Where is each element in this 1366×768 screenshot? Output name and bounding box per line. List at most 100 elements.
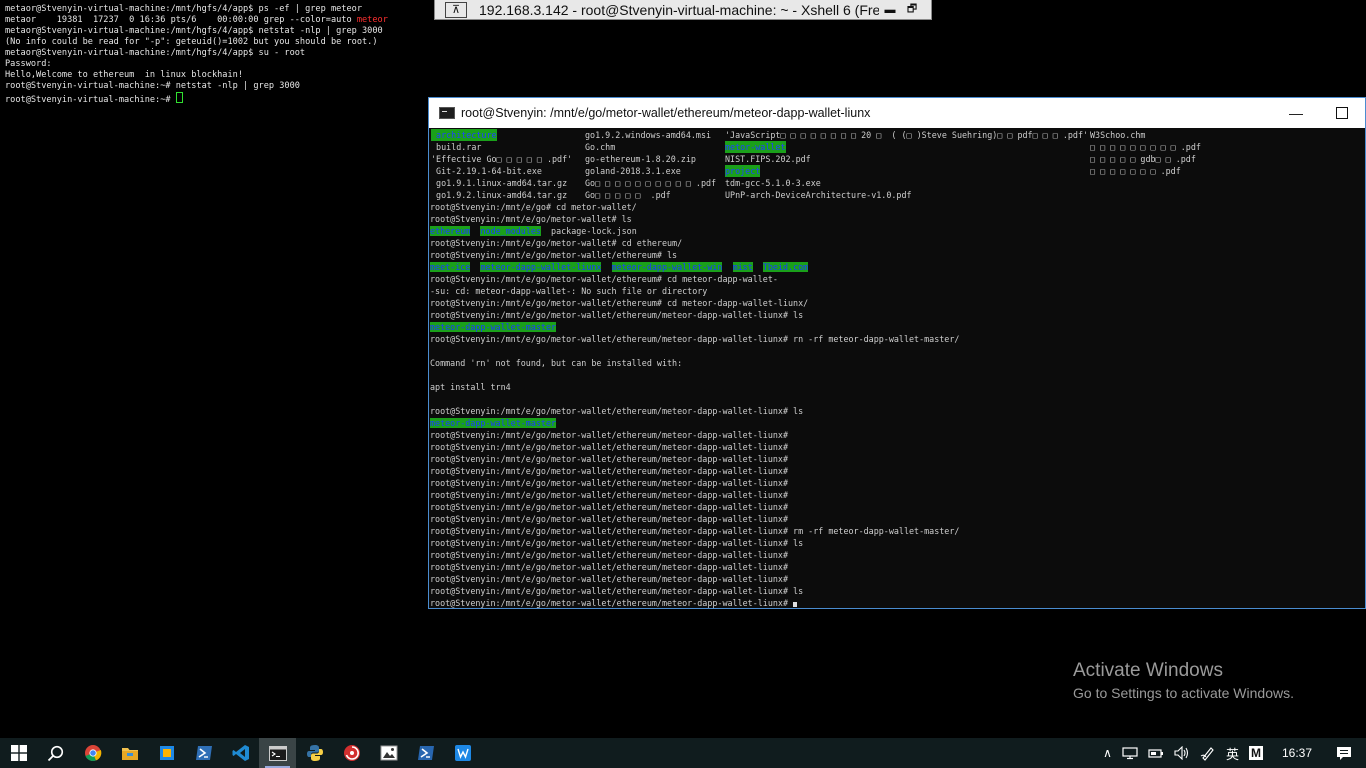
cmd-line-text: root@Stvenyin:/mnt/e/go/metor-wallet# ls [430,214,632,224]
minimize-icon[interactable]: ▬ [879,4,901,16]
cmd-line: root@Stvenyin:/mnt/e/go/metor-wallet/eth… [430,429,1365,441]
terminal-cursor [175,92,183,103]
cmd-line-text: Command 'rn' not found, but can be insta… [430,358,683,368]
system-tray: ∧ 英 M 16:37 [1098,738,1366,768]
cmd-app-icon [439,107,455,119]
search-button[interactable] [37,738,74,768]
directory-entry: ethereum [430,226,471,236]
cmd-line: root@Stvenyin:/mnt/e/go/metor-wallet/eth… [430,537,1365,549]
tray-chevron-icon[interactable]: ∧ [1098,738,1117,768]
cmd-line: root@Stvenyin:/mnt/e/go/metor-wallet/eth… [430,333,1365,345]
file-entry: go-ethereum-1.8.20.zip [585,154,696,164]
powershell-2-icon [417,745,435,761]
xshell-title-bar[interactable]: ⊼ 192.168.3.142 - root@Stvenyin-virtual-… [434,0,932,20]
cmd-line: root@Stvenyin:/mnt/e/go/metor-wallet/eth… [430,465,1365,477]
cmd-line: root@Stvenyin:/mnt/e/go# cd metor-wallet… [430,201,1365,213]
taskbar-app-button[interactable] [444,738,481,768]
restore-icon[interactable]: 🗗 [901,0,923,19]
file-entry: build.rar [431,142,482,152]
cmd-line-text [722,262,732,272]
terminal-line: Hello,Welcome to ethereum in linux block… [5,70,430,81]
taskbar-app-button[interactable] [111,738,148,768]
cmd-terminal-output[interactable]: architecture go1.9.2.windows-amd64.msi 'Ja… [429,128,1365,608]
directory-entry: project [725,165,761,177]
terminal-line-text: Password: [5,59,52,69]
cmd-line-text: root@Stvenyin:/mnt/e/go/metor-wallet/eth… [430,478,788,488]
terminal-line: metaor@Stvenyin-virtual-machine:/mnt/hgf… [5,48,430,59]
directory-entry: meteor-dapp-wallet-win [611,262,723,272]
start-button[interactable] [0,738,37,768]
python-icon [306,744,324,762]
taskbar-app-button[interactable] [222,738,259,768]
activate-windows-watermark: Activate Windows Go to Settings to activ… [1073,660,1294,701]
file-entry: NIST.FIPS.202.pdf [725,154,811,164]
cmd-line [430,369,1365,381]
pen-icon[interactable] [1195,738,1221,768]
listing-row: architecture go1.9.2.windows-amd64.msi 'Ja… [430,129,1365,141]
file-entry: goland-2018.3.1.exe [585,166,681,176]
file-entry: go1.9.1.linux-amd64.tar.gz [431,178,568,188]
cmd-line: meet-ice meteor-dapp-wallet-liunx meteor… [430,261,1365,273]
cmd-line-text: root@Stvenyin:/mnt/e/go/metor-wallet/eth… [430,442,788,452]
taskbar-app-button[interactable] [148,738,185,768]
terminal-line: root@Stvenyin-virtual-machine:~# [5,92,430,106]
taskbar-app-button[interactable] [185,738,222,768]
action-center-icon[interactable] [1326,738,1366,768]
taskbar-app-button[interactable] [296,738,333,768]
ime-language-indicator[interactable]: 英 [1221,738,1244,768]
taskbar-app-button[interactable] [259,738,296,768]
cmd-line-text: -su: cd: meteor-dapp-wallet-: No such fi… [430,286,708,296]
terminal-line: metaor@Stvenyin-virtual-machine:/mnt/hgf… [5,26,430,37]
cmd-line-text: root@Stvenyin:/mnt/e/go/metor-wallet/eth… [430,526,960,536]
xshell-terminal-output[interactable]: metaor@Stvenyin-virtual-machine:/mnt/hgf… [0,0,430,740]
taskbar-app-button[interactable] [333,738,370,768]
cmd-line-text: root@Stvenyin:/mnt/e/go/metor-wallet/eth… [430,298,809,308]
terminal-line: root@Stvenyin-virtual-machine:~# netstat… [5,81,430,92]
network-icon[interactable] [1117,738,1143,768]
cmd-line-text [470,262,480,272]
terminal-line-text: root@Stvenyin-virtual-machine:~# netstat… [5,81,300,91]
cmd-line-text: root@Stvenyin:/mnt/e/go/metor-wallet/eth… [430,454,788,464]
cmd-line-text: root@Stvenyin:/mnt/e/go# cd metor-wallet… [430,202,637,212]
taskbar-app-button[interactable] [407,738,444,768]
pin-icon[interactable]: ⊼ [445,1,467,18]
cmd-line-text: root@Stvenyin:/mnt/e/go/metor-wallet/eth… [430,598,794,608]
xshell-window-title: 192.168.3.142 - root@Stvenyin-virtual-ma… [479,1,879,18]
listing-row: go1.9.2.linux-amd64.tar.gz Go□ □ □ □ □ .p… [430,189,1365,201]
taskbar: ∧ 英 M 16:37 [0,738,1366,768]
taskbar-app-button[interactable] [370,738,407,768]
cmd-line-text: root@Stvenyin:/mnt/e/go/metor-wallet/eth… [430,538,804,548]
volume-icon[interactable] [1169,738,1195,768]
listing-row: 'Effective Go□ □ □ □ □ .pdf' go-ethereum-… [430,153,1365,165]
battery-icon[interactable] [1143,738,1169,768]
cmd-line-text: root@Stvenyin:/mnt/e/go/metor-wallet/eth… [430,274,778,284]
file-entry: Go.chm [585,142,616,152]
file-entry: tdm-gcc-5.1.0-3.exe [725,178,821,188]
terminal-line-text: Hello,Welcome to ethereum in linux block… [5,70,243,80]
clock[interactable]: 16:37 [1268,738,1326,768]
search-icon [47,745,64,761]
taskbar-app-button[interactable] [74,738,111,768]
cmd-line-text: root@Stvenyin:/mnt/e/go/metor-wallet/eth… [430,430,788,440]
cmd-window[interactable]: root@Stvenyin: /mnt/e/go/metor-wallet/et… [428,97,1366,609]
file-entry: go1.9.2.linux-amd64.tar.gz [431,190,568,200]
cmd-title-bar[interactable]: root@Stvenyin: /mnt/e/go/metor-wallet/et… [429,98,1365,128]
cmd-cursor [793,602,798,607]
cmd-line: root@Stvenyin:/mnt/e/go/metor-wallet/eth… [430,405,1365,417]
cmd-line-text: root@Stvenyin:/mnt/e/go/metor-wallet/eth… [430,310,804,320]
terminal-line: Password: [5,59,430,70]
cmd-line: root@Stvenyin:/mnt/e/go/metor-wallet# cd… [430,237,1365,249]
minimize-button[interactable]: — [1273,98,1319,128]
cmd-line: root@Stvenyin:/mnt/e/go/metor-wallet/eth… [430,597,1365,608]
cmd-line-text [601,262,611,272]
ime-mode-indicator[interactable]: M [1244,738,1268,768]
cmd-line: root@Stvenyin:/mnt/e/go/metor-wallet/eth… [430,561,1365,573]
maximize-icon [1336,107,1348,119]
grep-highlight: meteor [356,15,388,25]
file-explorer-icon [121,745,139,761]
listing-row: go1.9.1.linux-amd64.tar.gz Go□ □ □ □ □ □ … [430,177,1365,189]
cmd-line: root@Stvenyin:/mnt/e/go/metor-wallet# ls [430,213,1365,225]
maximize-button[interactable] [1319,98,1365,128]
cmd-line: root@Stvenyin:/mnt/e/go/metor-wallet/eth… [430,549,1365,561]
minimize-icon: — [1289,105,1303,121]
